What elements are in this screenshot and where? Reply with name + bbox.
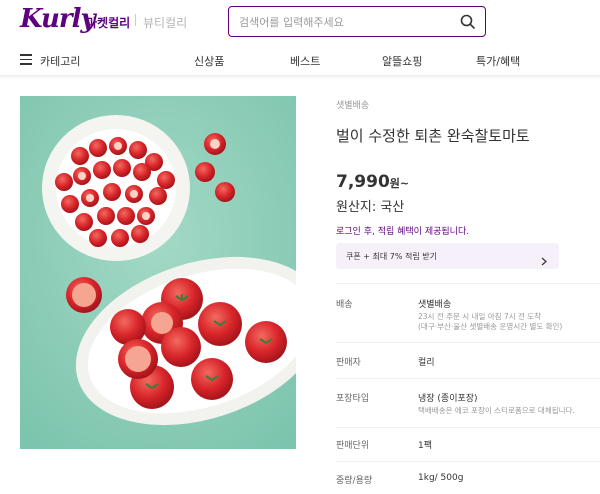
nav-new-products[interactable]: 신상품 [194,53,224,69]
price-unit: 원~ [389,177,410,190]
detail-value: 1팩 [418,441,433,451]
detail-key: 판매단위 [336,441,370,451]
hamburger-icon[interactable] [20,54,32,65]
top-header: Kurly 마켓컬리 뷰티컬리 [0,0,600,44]
search-input[interactable] [239,13,449,31]
price-value: 7,990 [336,172,390,192]
login-notice[interactable]: 로그인 후, 적립 혜택이 제공됩니다. [336,224,469,237]
kurly-logo[interactable]: Kurly [20,4,96,34]
detail-key: 판매자 [336,358,361,368]
search-icon[interactable] [459,13,477,31]
nav-bargain-shopping[interactable]: 알뜰쇼핑 [382,53,422,69]
product-origin: 원산지: 국산 [336,200,405,215]
detail-divider [336,283,600,284]
detail-key: 포장타입 [336,394,370,404]
detail-row-packaging: 포장타입 냉장 (종이포장) 택배배송은 에코 포장이 스티로폼으로 대체됩니다… [336,391,600,421]
detail-key: 배송 [336,300,353,310]
detail-value: 냉장 (종이포장) [418,394,478,404]
tab-beauty-kurly[interactable]: 뷰티컬리 [143,14,187,31]
coupon-label: 쿠폰 + 최대 7% 적립 받기 [346,252,437,261]
nav-best[interactable]: 베스트 [290,53,320,69]
product-price: 7,990원~ [336,172,409,192]
global-nav: 카테고리 신상품 베스트 알뜰쇼핑 특가/혜택 [0,44,600,76]
detail-sub: (대구·부산·울산 샛별배송 운영시간 별도 확인) [418,322,563,331]
detail-divider [336,427,600,428]
detail-value: 컬리 [418,358,435,368]
detail-value: 1kg/ 500g [418,473,464,483]
tab-market-kurly[interactable]: 마켓컬리 [86,14,130,31]
chevron-right-icon [541,251,547,266]
logo-text: Kurly [20,4,96,34]
detail-row-unit: 판매단위 1팩 [336,438,600,454]
delivery-tag: 샛별배송 [336,101,370,111]
detail-divider [336,378,600,379]
detail-divider [336,461,600,462]
category-menu[interactable]: 카테고리 [40,53,80,69]
detail-value: 샛별배송 [418,300,452,310]
search-box [228,6,486,37]
detail-row-weight: 중량/용량 1kg/ 500g [336,473,600,489]
detail-row-delivery: 배송 샛별배송 23시 전 주문 시 내일 아침 7시 전 도착 (대구·부산·… [336,297,600,337]
product-image [20,96,296,449]
product-title: 벌이 수정한 퇴촌 완숙찰토마토 [336,127,530,145]
detail-sub: 택배배송은 에코 포장이 스티로폼으로 대체됩니다. [418,406,575,415]
nav-special-offers[interactable]: 특가/혜택 [476,53,520,69]
coupon-button[interactable]: 쿠폰 + 최대 7% 적립 받기 [336,243,559,269]
detail-row-seller: 판매자 컬리 [336,355,600,371]
tab-divider [135,14,136,26]
detail-key: 중량/용량 [336,476,373,486]
detail-divider [336,342,600,343]
